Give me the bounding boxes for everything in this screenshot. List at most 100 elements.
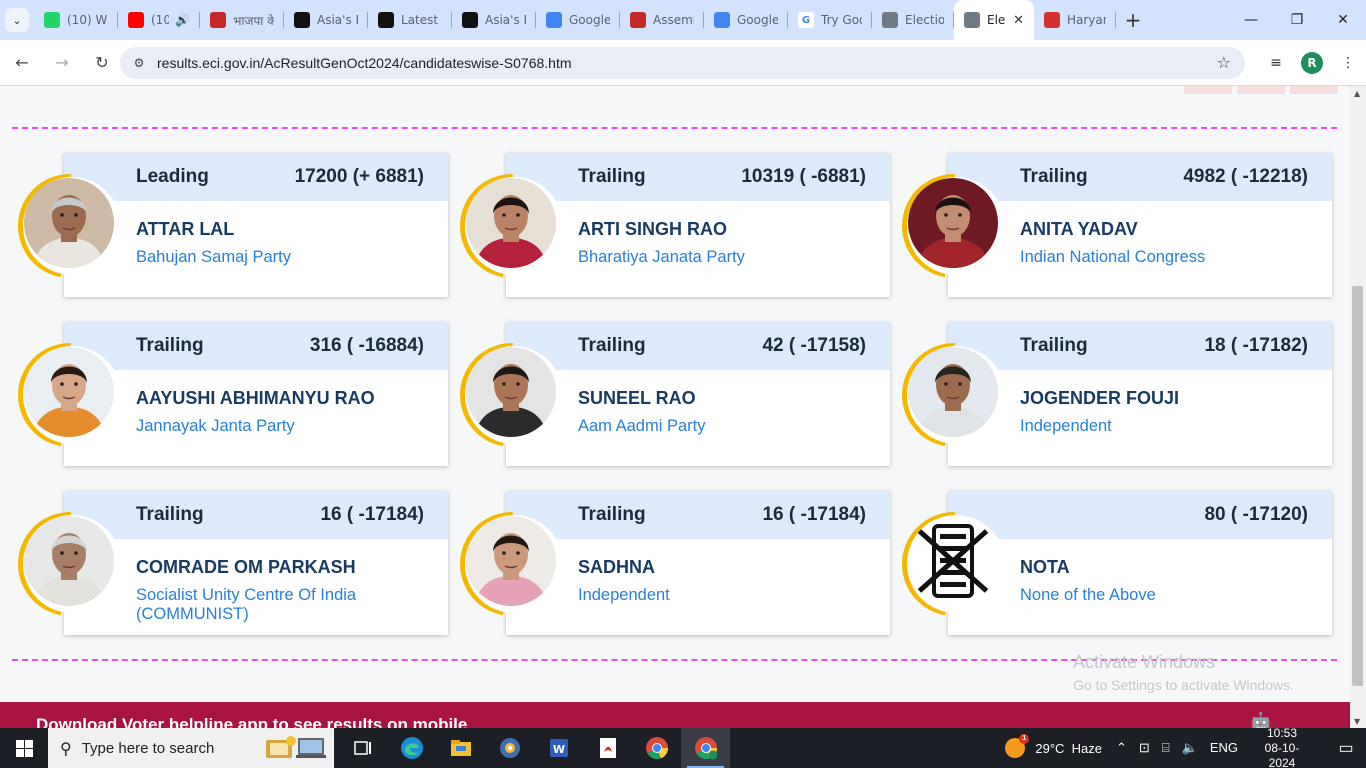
candidate-party: Bharatiya Janata Party — [578, 248, 745, 266]
tab-title: Election — [905, 13, 944, 27]
start-button[interactable] — [0, 728, 48, 768]
youtube-icon — [128, 12, 144, 28]
weather-widget[interactable]: 1 29°C Haze — [1005, 734, 1103, 758]
candidate-party: Socialist Unity Centre Of India (COMMUNI… — [136, 586, 357, 623]
scrollbar-thumb[interactable] — [1352, 286, 1363, 686]
candidate-photo — [466, 347, 556, 437]
tab-title: Assemb — [653, 13, 694, 27]
close-window-button[interactable]: ✕ — [1320, 0, 1366, 40]
browser-tab[interactable]: G Try Goo — [788, 0, 872, 40]
browser-tab[interactable]: Latest I — [368, 0, 452, 40]
bookmark-star-icon[interactable]: ☆ — [1217, 53, 1231, 72]
audio-playing-icon[interactable]: 🔊 — [175, 13, 190, 27]
close-tab-icon[interactable]: ✕ — [1013, 13, 1024, 28]
google-translate-icon — [714, 12, 730, 28]
candidate-votes: 80 ( -17120) — [1204, 504, 1308, 525]
restore-button[interactable]: ❐ — [1274, 0, 1320, 40]
tab-title: भाजपा के — [233, 13, 274, 28]
network-icon[interactable]: ⌸ — [1162, 740, 1170, 756]
task-view-icon[interactable] — [338, 728, 387, 768]
candidate-status: Trailing — [578, 335, 646, 356]
site-info-icon[interactable]: ⚙ — [124, 56, 154, 70]
candidate-status: Trailing — [578, 504, 646, 525]
browser-tab[interactable]: (10 🔊 — [118, 0, 200, 40]
browser-tab[interactable]: Google — [704, 0, 788, 40]
notification-icon[interactable]: ▭ — [1326, 738, 1366, 758]
media-icon[interactable] — [485, 728, 534, 768]
candidate-status: Trailing — [1020, 335, 1088, 356]
menu-kebab-icon[interactable]: ⋮ — [1330, 45, 1366, 81]
google-icon: G — [798, 12, 814, 28]
candidate-party: Independent — [578, 586, 670, 604]
back-button[interactable]: ← — [4, 45, 40, 81]
show-hidden-icons-icon[interactable]: ⌃ — [1116, 740, 1127, 756]
browser-tab[interactable]: Assemb — [620, 0, 704, 40]
taskbar-clock[interactable]: 10:53 08-10-2024 — [1252, 726, 1312, 768]
candidate-status: Trailing — [136, 504, 204, 525]
chrome-icon[interactable] — [632, 728, 681, 768]
profile-button[interactable]: R — [1294, 45, 1330, 81]
candidate-photo — [24, 347, 114, 437]
taskbar-search[interactable]: ⚲ Type here to search — [48, 728, 334, 768]
minimize-button[interactable]: — — [1228, 0, 1274, 40]
candidate-party: Aam Aadmi Party — [578, 417, 706, 435]
meet-now-icon[interactable]: ⊡ — [1139, 740, 1150, 756]
tab-title: Try Goo — [821, 13, 862, 27]
arrow-right-icon: → — [55, 53, 69, 72]
candidate-name: SUNEEL RAO — [578, 388, 696, 408]
nota-symbol-icon — [908, 516, 998, 606]
search-highlight-icon — [266, 736, 326, 758]
browser-tab[interactable]: Asia's P — [284, 0, 368, 40]
nota-symbol-frame — [902, 512, 1006, 616]
results-page: Leading 17200 (+ 6881) ATTAR LAL Bahujan Sa… — [0, 86, 1350, 728]
url-text[interactable]: results.eci.gov.in/AcResultGenOct2024/ca… — [157, 55, 572, 71]
browser-tab[interactable]: Election — [872, 0, 954, 40]
language-indicator[interactable]: ENG — [1210, 740, 1238, 756]
x-icon — [294, 12, 310, 28]
candidate-photo — [908, 347, 998, 437]
page-scrollbar[interactable]: ▲ ▼ — [1350, 86, 1366, 728]
browser-tab[interactable]: Ele ✕ — [954, 0, 1034, 40]
candidate-status: Trailing — [136, 335, 204, 356]
candidate-photo-frame — [18, 512, 122, 616]
x-icon — [462, 12, 478, 28]
x-icon — [378, 12, 394, 28]
candidate-votes: 4982 ( -12218) — [1183, 166, 1308, 187]
weather-condition: Haze — [1071, 740, 1103, 756]
tab-title: Google — [737, 13, 778, 27]
candidate-status: Trailing — [578, 166, 646, 187]
candidate-status: Trailing — [1020, 166, 1088, 187]
tab-search-button[interactable]: ⌄ — [0, 0, 34, 40]
word-icon[interactable]: W — [534, 728, 583, 768]
windows-logo-icon — [15, 739, 33, 757]
candidate-name: AAYUSHI ABHIMANYU RAO — [136, 388, 375, 408]
candidate-photo — [466, 516, 556, 606]
clock-date: 08-10-2024 — [1264, 740, 1300, 768]
pdf-icon[interactable] — [583, 728, 632, 768]
candidate-photo-frame — [460, 174, 564, 278]
new-tab-button[interactable]: + — [1116, 0, 1150, 40]
browser-tab[interactable]: (10) Wh — [34, 0, 118, 40]
browser-tab[interactable]: भाजपा के — [200, 0, 284, 40]
candidate-votes: 316 ( -16884) — [309, 335, 424, 356]
browser-tab[interactable]: Haryan — [1034, 0, 1116, 40]
scroll-up-icon[interactable]: ▲ — [1354, 89, 1360, 98]
address-bar[interactable]: ⚙ results.eci.gov.in/AcResultGenOct2024/… — [120, 47, 1245, 79]
whatsapp-icon — [44, 12, 60, 28]
browser-tab[interactable]: Asia's P — [452, 0, 536, 40]
edge-icon[interactable] — [387, 728, 436, 768]
media-controls-icon[interactable]: ≡ — [1258, 45, 1294, 81]
scroll-down-icon[interactable]: ▼ — [1354, 717, 1360, 726]
reload-button[interactable]: ↻ — [84, 45, 120, 81]
candidate-party: Jannayak Janta Party — [136, 417, 295, 435]
browser-tab[interactable]: Google — [536, 0, 620, 40]
file-explorer-icon[interactable] — [436, 728, 485, 768]
candidate-name: NOTA — [1020, 557, 1070, 577]
volume-icon[interactable]: 🔈 — [1182, 740, 1198, 756]
forward-button[interactable]: → — [44, 45, 80, 81]
news-icon — [630, 12, 646, 28]
candidate-photo-frame — [902, 174, 1006, 278]
candidate-votes: 16 ( -17184) — [762, 504, 866, 525]
candidate-name: ATTAR LAL — [136, 219, 235, 239]
chrome-profile-icon[interactable] — [681, 728, 730, 768]
